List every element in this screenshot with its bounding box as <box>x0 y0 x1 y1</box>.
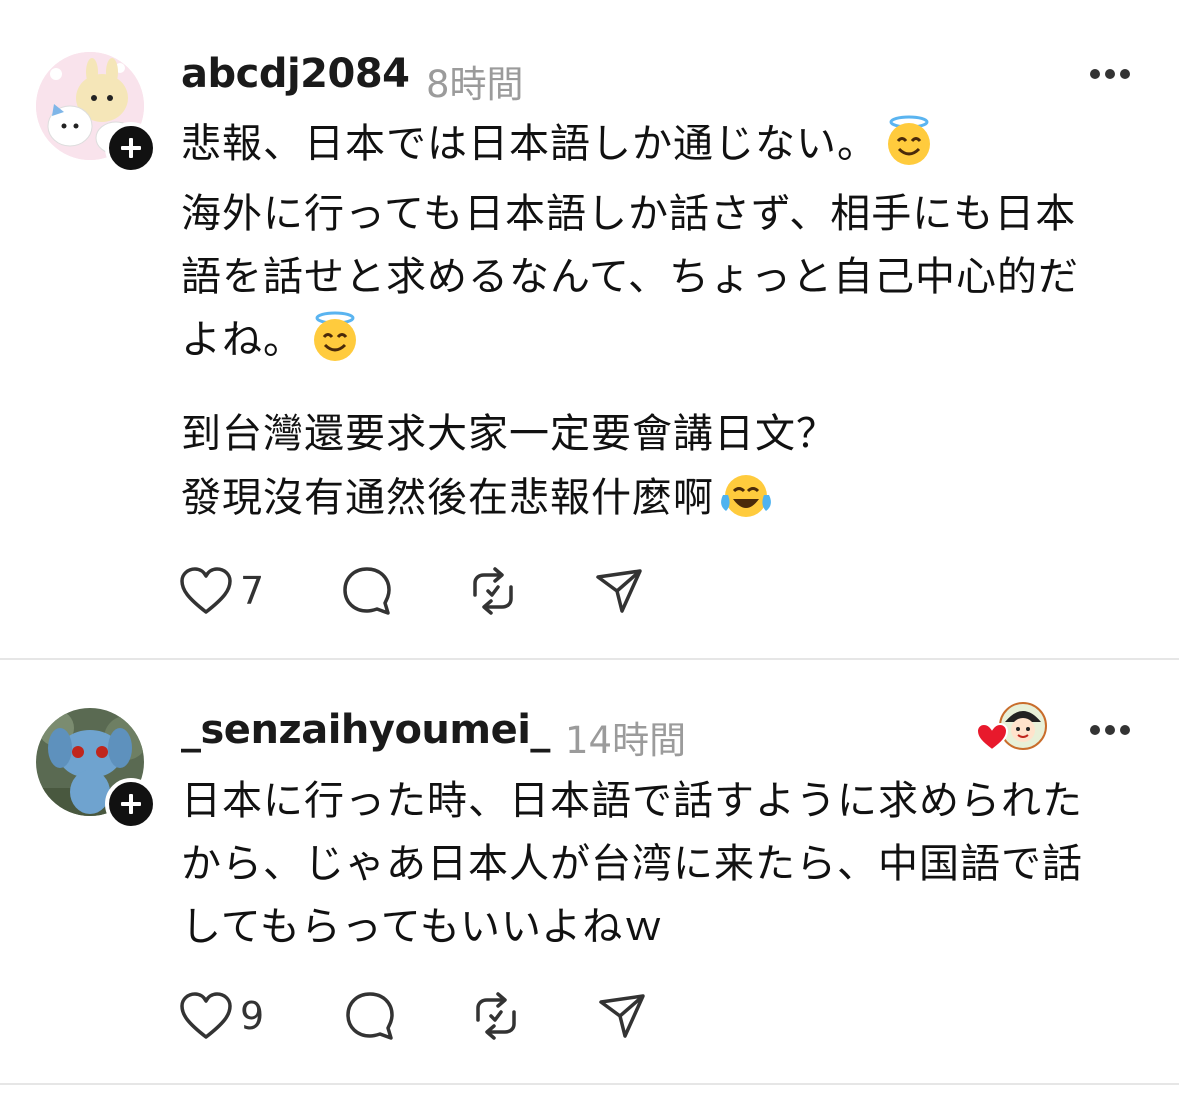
post-text-line: 海外に行っても日本語しか話さず、相手にも日本 <box>181 191 1077 237</box>
share-button[interactable] <box>596 986 648 1046</box>
reply-button[interactable] <box>340 561 394 621</box>
heart-filled-icon <box>975 722 1009 752</box>
post-text-line: 發現沒有通然後在悲報什麼啊 <box>181 466 774 531</box>
comment-icon <box>346 992 394 1040</box>
like-count: 7 <box>240 569 265 613</box>
post-text-line: 語を話せと求めるなんて、ちょっと自己中心的だ <box>181 254 1079 300</box>
timestamp: 8時間 <box>426 63 524 106</box>
post-actions: 7 <box>178 561 698 621</box>
more-options-icon[interactable] <box>1088 723 1132 737</box>
follow-button[interactable] <box>105 122 157 174</box>
heart-icon <box>180 567 232 614</box>
heart-icon <box>180 992 232 1039</box>
repost-button[interactable] <box>470 986 522 1046</box>
more-options-icon[interactable] <box>1088 67 1132 81</box>
repost-button[interactable] <box>467 561 519 621</box>
reply-button[interactable] <box>343 986 397 1046</box>
like-button[interactable]: 7 <box>178 561 264 621</box>
face-with-tears-of-joy-icon <box>721 475 771 517</box>
post-text-line: 悲報、日本では日本語しか通じない。 <box>181 112 936 177</box>
repost-icon <box>476 992 516 1040</box>
send-icon <box>596 569 642 613</box>
plus-icon <box>121 138 141 158</box>
username[interactable]: abcdj2084 <box>181 51 410 97</box>
send-icon <box>599 994 645 1038</box>
timestamp: 14時間 <box>565 719 687 762</box>
post-text-line: 日本に行った時、日本語で話すように求められた <box>181 778 1083 824</box>
post-1: abcdj2084 8時間 悲報、日本では日本語しか通じない。 海外に行っても日… <box>0 0 1179 660</box>
post-text-line: 到台灣還要求大家一定要會講日文？ <box>181 411 837 457</box>
smiling-face-with-halo-icon <box>314 311 356 361</box>
post-text-line: してもらってもいいよねｗ <box>181 904 665 950</box>
plus-icon <box>121 794 141 814</box>
like-count: 9 <box>240 994 265 1038</box>
share-button[interactable] <box>593 561 645 621</box>
repost-icon <box>473 567 513 615</box>
username[interactable]: _senzaihyoumei_ <box>181 707 550 753</box>
post-2: _senzaihyoumei_ 14時間 日本に行った時、日本語で話すように求め… <box>0 660 1179 1085</box>
like-button[interactable]: 9 <box>178 986 264 1046</box>
post-divider <box>0 1083 1179 1085</box>
post-text-line: から、じゃあ日本人が台湾に来たら、中国語で話 <box>181 841 1083 887</box>
comment-icon <box>343 567 391 615</box>
liked-by-author-badge <box>975 700 1051 756</box>
smiling-face-with-halo-icon <box>888 115 930 165</box>
post-actions: 9 <box>178 986 698 1046</box>
post-text-line: よね。 <box>181 308 362 373</box>
follow-button[interactable] <box>105 778 157 830</box>
